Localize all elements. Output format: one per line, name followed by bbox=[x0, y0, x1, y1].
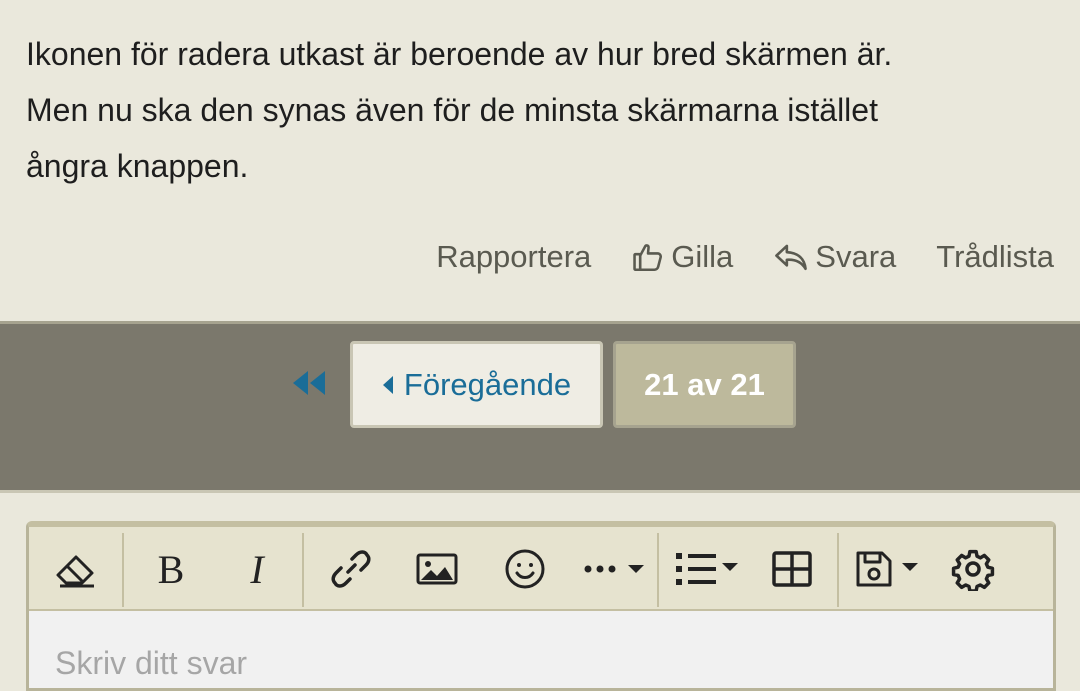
smiley-icon[interactable] bbox=[497, 545, 553, 593]
thread-list-link[interactable]: Trådlista bbox=[936, 239, 1054, 275]
gear-icon[interactable] bbox=[943, 545, 1003, 593]
caret-left-icon bbox=[382, 367, 394, 403]
current-page-indicator[interactable]: 21 av 21 bbox=[613, 341, 796, 428]
like-button[interactable]: Gilla bbox=[631, 239, 733, 275]
thread-list-label: Trådlista bbox=[936, 239, 1054, 274]
italic-icon[interactable]: I bbox=[229, 545, 285, 593]
toolbar-separator bbox=[122, 533, 124, 607]
link-icon[interactable] bbox=[321, 545, 381, 593]
save-draft-icon[interactable] bbox=[851, 545, 925, 593]
table-icon[interactable] bbox=[764, 545, 820, 593]
reply-label: Svara bbox=[815, 239, 897, 274]
image-icon[interactable] bbox=[409, 545, 465, 593]
previous-page-label: Föregående bbox=[403, 366, 572, 402]
reply-arrow-icon bbox=[773, 241, 809, 273]
thumbs-up-icon bbox=[631, 240, 665, 274]
reply-input-placeholder[interactable]: Skriv ditt svar bbox=[55, 645, 247, 682]
first-page-button[interactable] bbox=[288, 368, 330, 402]
previous-page-button[interactable]: Föregående bbox=[350, 341, 603, 428]
toolbar-separator bbox=[657, 533, 659, 607]
post-actions: Rapportera Gilla Svara Trådlista bbox=[436, 234, 1054, 280]
pagination-bar: Föregående 21 av 21 bbox=[0, 321, 1080, 493]
reply-editor: B I Skriv ditt svar bbox=[26, 521, 1056, 691]
svg-text:I: I bbox=[249, 548, 265, 590]
report-link[interactable]: Rapportera bbox=[436, 239, 591, 275]
like-label: Gilla bbox=[671, 239, 734, 274]
reply-button[interactable]: Svara bbox=[773, 239, 896, 275]
list-icon[interactable] bbox=[669, 545, 745, 593]
more-options-icon[interactable] bbox=[577, 545, 651, 593]
editor-toolbar: B I bbox=[29, 527, 1053, 611]
eraser-icon[interactable] bbox=[47, 545, 105, 593]
svg-text:B: B bbox=[158, 548, 185, 590]
double-chevron-left-icon bbox=[290, 369, 328, 402]
post-text-line: ångra knappen. bbox=[26, 148, 249, 184]
bold-icon[interactable]: B bbox=[143, 545, 199, 593]
toolbar-separator bbox=[837, 533, 839, 607]
post: Ikonen för radera utkast är beroende av … bbox=[0, 0, 1080, 322]
post-text-line: Ikonen för radera utkast är beroende av … bbox=[26, 36, 893, 72]
toolbar-separator bbox=[302, 533, 304, 607]
post-text-line: Men nu ska den synas även för de minsta … bbox=[26, 92, 878, 128]
post-message: Ikonen för radera utkast är beroende av … bbox=[26, 26, 1036, 194]
report-label: Rapportera bbox=[436, 239, 592, 274]
